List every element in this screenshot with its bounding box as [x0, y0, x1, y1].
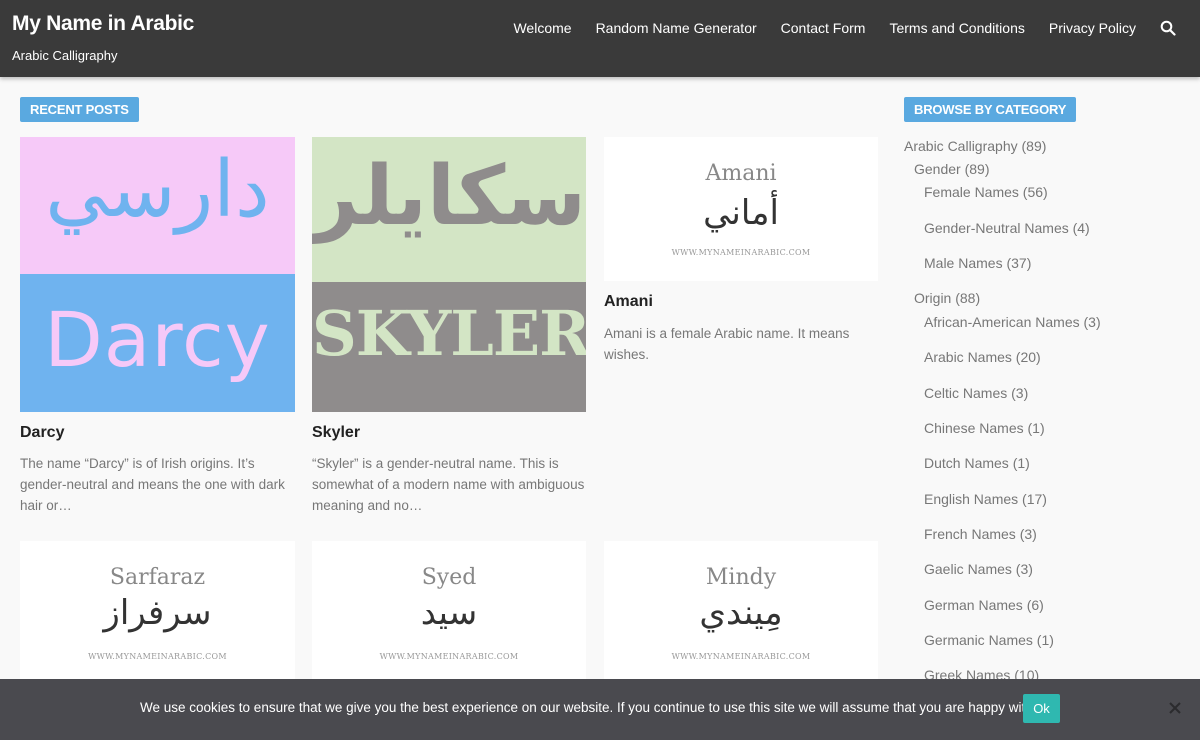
nav-privacy-policy[interactable]: Privacy Policy	[1049, 20, 1136, 36]
skyler-arabic-calligraphy: سكايلر	[312, 149, 586, 244]
category-germanic-names[interactable]: Germanic Names (1)	[924, 632, 1054, 648]
post-title-skyler[interactable]: Skyler	[312, 424, 360, 442]
post-excerpt-darcy: The name “Darcy” is of Irish origins. It…	[20, 456, 285, 513]
nav-random-name-generator[interactable]: Random Name Generator	[596, 20, 757, 36]
post-excerpt-skyler: “Skyler” is a gender-neutral name. This …	[312, 456, 585, 513]
syed-image-name: Syed	[421, 565, 477, 590]
cookie-ok-button[interactable]: Ok	[1023, 694, 1060, 723]
syed-image-url: WWW.MYNAMEINARABIC.COM	[379, 652, 519, 661]
post-thumbnail-skyler[interactable]: سكايلر SKYLER	[312, 137, 586, 412]
category-gaelic-names[interactable]: Gaelic Names (3)	[924, 561, 1033, 577]
post-title-amani[interactable]: Amani	[604, 293, 653, 311]
syed-image-arabic: سيد	[420, 593, 478, 633]
site-header: My Name in Arabic Arabic Calligraphy Wel…	[0, 0, 1200, 77]
site-title[interactable]: My Name in Arabic	[12, 12, 194, 36]
amani-image-arabic: أماني	[703, 193, 779, 233]
main-nav: Welcome Random Name Generator Contact Fo…	[513, 0, 1200, 56]
amani-image-url: WWW.MYNAMEINARABIC.COM	[671, 248, 811, 257]
post-thumbnail-mindy[interactable]: Mindy مِيندي WWW.MYNAMEINARABIC.COM	[604, 541, 878, 681]
category-african-american-names[interactable]: African-American Names (3)	[924, 314, 1101, 330]
browse-by-category-label: BROWSE BY CATEGORY	[904, 97, 1077, 122]
nav-welcome[interactable]: Welcome	[513, 20, 571, 36]
post-thumbnail-syed[interactable]: Syed سيد WWW.MYNAMEINARABIC.COM	[312, 541, 586, 681]
sarfaraz-image-arabic: سرفراز	[103, 593, 212, 633]
mindy-image-arabic: مِيندي	[699, 593, 783, 633]
category-german-names[interactable]: German Names (6)	[924, 597, 1044, 613]
category-english-names[interactable]: English Names (17)	[924, 491, 1047, 507]
mindy-image-url: WWW.MYNAMEINARABIC.COM	[671, 652, 811, 661]
post-thumbnail-sarfaraz[interactable]: Sarfaraz سرفراز WWW.MYNAMEINARABIC.COM	[20, 541, 295, 681]
category-celtic-names[interactable]: Celtic Names (3)	[924, 385, 1028, 401]
nav-terms-and-conditions[interactable]: Terms and Conditions	[889, 20, 1024, 36]
post-thumbnail-amani[interactable]: Amani أماني WWW.MYNAMEINARABIC.COM	[604, 137, 878, 281]
post-excerpt-amani: Amani is a female Arabic name. It means …	[604, 326, 850, 362]
post-thumbnail-darcy[interactable]: دارسي Darcy	[20, 137, 295, 412]
cookie-notice: We use cookies to ensure that we give yo…	[0, 679, 1200, 740]
category-french-names[interactable]: French Names (3)	[924, 526, 1037, 542]
darcy-latin-text: Darcy	[44, 295, 271, 384]
sarfaraz-image-url: WWW.MYNAMEINARABIC.COM	[88, 652, 227, 661]
category-dutch-names[interactable]: Dutch Names (1)	[924, 455, 1030, 471]
darcy-arabic-calligraphy: دارسي	[45, 145, 270, 235]
skyler-latin-text: SKYLER	[312, 297, 586, 370]
post-title-darcy[interactable]: Darcy	[20, 424, 64, 442]
category-female-names[interactable]: Female Names (56)	[924, 184, 1048, 200]
category-gender[interactable]: Gender (89)	[914, 161, 989, 177]
recent-posts-label: RECENT POSTS	[20, 97, 139, 122]
category-origin[interactable]: Origin (88)	[914, 290, 980, 306]
nav-contact-form[interactable]: Contact Form	[781, 20, 866, 36]
category-male-names[interactable]: Male Names (37)	[924, 255, 1031, 271]
search-icon[interactable]	[1160, 20, 1176, 36]
close-icon[interactable]	[1168, 701, 1182, 715]
cookie-notice-text: We use cookies to ensure that we give yo…	[140, 700, 1047, 715]
site-tagline: Arabic Calligraphy	[12, 48, 118, 63]
category-arabic-names[interactable]: Arabic Names (20)	[924, 349, 1041, 365]
amani-image-name: Amani	[705, 161, 777, 186]
category-gender-neutral-names[interactable]: Gender-Neutral Names (4)	[924, 220, 1090, 236]
sarfaraz-image-name: Sarfaraz	[109, 565, 206, 590]
mindy-image-name: Mindy	[705, 565, 777, 590]
category-chinese-names[interactable]: Chinese Names (1)	[924, 420, 1045, 436]
category-arabic-calligraphy[interactable]: Arabic Calligraphy (89)	[904, 138, 1046, 154]
